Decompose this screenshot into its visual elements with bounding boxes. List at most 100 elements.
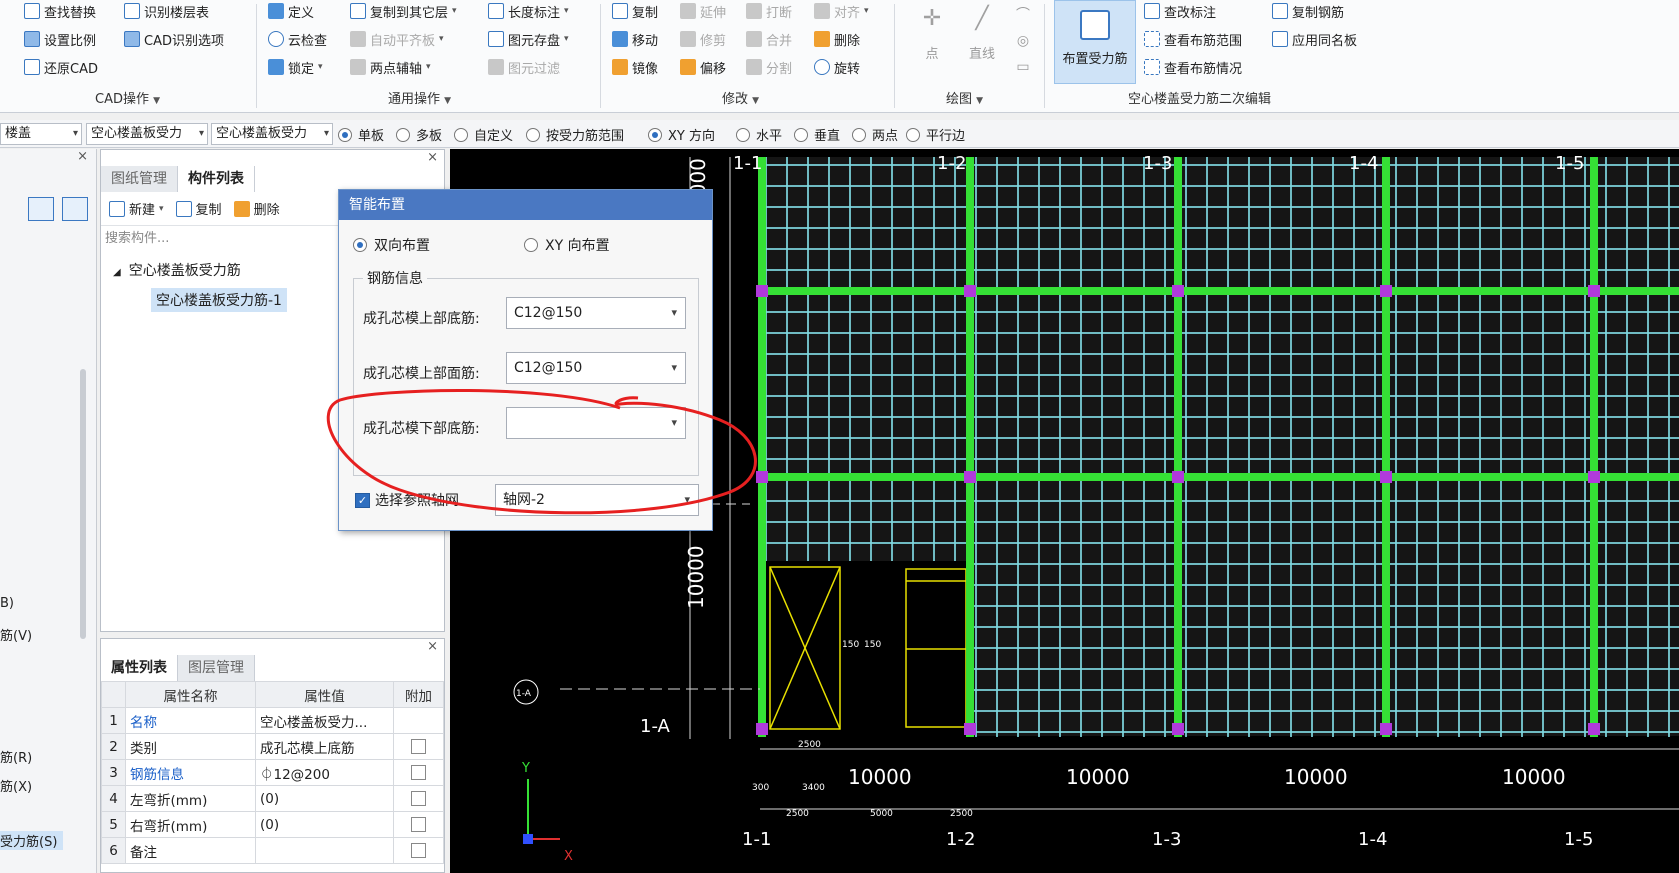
- component-name-combo[interactable]: 空心楼盖板受力: [211, 123, 333, 145]
- copy-to-other-layer-button[interactable]: 复制到其它层 ▾: [350, 0, 457, 22]
- line-button[interactable]: ╱ 直线: [960, 6, 1004, 62]
- table-row[interactable]: 6 备注: [101, 837, 444, 864]
- radio-by-rebar-range[interactable]: 按受力筋范围: [526, 125, 624, 144]
- upper-bottom-rebar-select[interactable]: C12@150: [506, 297, 686, 329]
- tab-property-list[interactable]: 属性列表: [101, 655, 178, 681]
- tree-node-selected[interactable]: 空心楼盖板受力筋-1: [151, 288, 287, 312]
- tab-component-list[interactable]: 构件列表: [178, 166, 255, 192]
- cloud-check-button[interactable]: 云检查: [268, 28, 327, 50]
- attach-checkbox[interactable]: [411, 791, 426, 806]
- tab-layer-management[interactable]: 图层管理: [178, 655, 255, 681]
- scrollbar[interactable]: [80, 369, 86, 639]
- radio-multi-slab[interactable]: 多板: [396, 125, 442, 144]
- axis-label-top: 1-2: [937, 153, 967, 174]
- attach-checkbox[interactable]: [411, 817, 426, 832]
- sub-dimension: 5000: [870, 809, 893, 819]
- attach-checkbox[interactable]: [411, 765, 426, 780]
- radio-xy-direction[interactable]: XY 方向: [648, 125, 715, 144]
- set-scale-button[interactable]: 设置比例: [24, 28, 96, 50]
- radio-horizontal[interactable]: 水平: [736, 125, 782, 144]
- apply-same-slab-button[interactable]: 应用同名板: [1272, 28, 1357, 50]
- property-value[interactable]: 成孔芯模上底筋: [255, 733, 394, 760]
- group-label-modify[interactable]: 修改 ▼: [722, 88, 759, 107]
- nav-item-selected[interactable]: 受力筋(S): [0, 831, 64, 850]
- nav-item[interactable]: B): [0, 596, 14, 611]
- merge-button[interactable]: 合并: [746, 28, 792, 50]
- property-value[interactable]: (0): [255, 811, 394, 838]
- radio-xy-placement[interactable]: XY 向布置: [524, 235, 610, 255]
- draw-arc-icon[interactable]: ⌒ ◎ ▭: [1012, 2, 1034, 80]
- lock-button[interactable]: 锁定 ▾: [268, 56, 323, 78]
- element-filter-button[interactable]: 图元过滤: [488, 56, 560, 78]
- radio-two-points[interactable]: 两点: [852, 125, 898, 144]
- offset-button[interactable]: 偏移: [680, 56, 726, 78]
- table-row[interactable]: 3 钢筋信息 ⏀12@200: [101, 759, 444, 786]
- nav-item[interactable]: 筋(V): [0, 625, 32, 644]
- length-annotation-button[interactable]: 长度标注 ▾: [488, 0, 569, 22]
- tree-node-parent[interactable]: ◢ 空心楼盖板受力筋: [113, 260, 241, 280]
- list-view-icon[interactable]: [28, 197, 54, 221]
- table-row[interactable]: 2 类别 成孔芯模上底筋: [101, 733, 444, 760]
- auto-flatten-slab-button[interactable]: 自动平齐板 ▾: [350, 28, 444, 50]
- property-value[interactable]: (0): [255, 785, 394, 812]
- attach-checkbox[interactable]: [411, 739, 426, 754]
- align-button[interactable]: 对齐 ▾: [814, 0, 869, 22]
- element-save-button[interactable]: 图元存盘 ▾: [488, 28, 569, 50]
- dialog-title[interactable]: 智能布置: [339, 190, 712, 220]
- property-value[interactable]: [255, 837, 394, 864]
- radio-single-slab[interactable]: 单板: [338, 125, 384, 144]
- table-row[interactable]: 4 左弯折(mm) (0): [101, 785, 444, 812]
- radio-custom[interactable]: 自定义: [454, 125, 513, 144]
- close-icon[interactable]: ×: [427, 150, 438, 165]
- two-point-aux-axis-button[interactable]: 两点辅轴 ▾: [350, 56, 431, 78]
- view-rebar-range-button[interactable]: 查看布筋范围: [1144, 28, 1242, 50]
- new-component-button[interactable]: 新建 ▾: [109, 198, 164, 220]
- identify-floor-table-button[interactable]: 识别楼层表: [124, 0, 209, 22]
- define-button[interactable]: 定义: [268, 0, 314, 22]
- break-button[interactable]: 打断: [746, 0, 792, 22]
- nav-item[interactable]: 筋(R): [0, 747, 32, 766]
- attach-checkbox[interactable]: [411, 843, 426, 858]
- split-button[interactable]: 分割: [746, 56, 792, 78]
- copy-rebar-button[interactable]: 复制钢筋: [1272, 0, 1344, 22]
- check-annotation-button[interactable]: 查改标注: [1144, 0, 1216, 22]
- cad-identify-options-button[interactable]: CAD识别选项: [124, 28, 224, 50]
- property-value[interactable]: ⏀12@200: [255, 759, 394, 786]
- search-input[interactable]: 搜索构件...: [103, 228, 339, 250]
- copy-button[interactable]: 复制: [612, 0, 658, 22]
- grid-view-icon[interactable]: [62, 197, 88, 221]
- group-label-general-ops[interactable]: 通用操作 ▼: [388, 88, 451, 107]
- point-button[interactable]: ✛ 点: [912, 6, 952, 62]
- delete-component-button[interactable]: 删除: [233, 198, 280, 220]
- group-label-cad-ops[interactable]: CAD操作 ▼: [95, 88, 160, 107]
- axis-label-top: 1-1: [733, 153, 763, 174]
- mirror-button[interactable]: 镜像: [612, 56, 658, 78]
- restore-cad-button[interactable]: 还原CAD: [24, 56, 98, 78]
- radio-parallel-edge[interactable]: 平行边: [906, 125, 965, 144]
- group-label-draw[interactable]: 绘图 ▼: [946, 88, 983, 107]
- tab-drawing-management[interactable]: 图纸管理: [101, 166, 178, 192]
- component-type-combo[interactable]: 空心楼盖板受力: [86, 123, 208, 145]
- place-rebar-button[interactable]: 布置受力筋: [1054, 0, 1136, 84]
- close-icon[interactable]: ×: [77, 149, 88, 164]
- property-value[interactable]: 空心楼盖板受力...: [255, 707, 394, 734]
- table-row[interactable]: 5 右弯折(mm) (0): [101, 811, 444, 838]
- trim-button[interactable]: 修剪: [680, 28, 726, 50]
- draw-options-toolbar: 楼盖 空心楼盖板受力 空心楼盖板受力 单板 多板 自定义 按受力筋范围 XY 方…: [0, 120, 1679, 148]
- find-replace-button[interactable]: 查找替换: [24, 0, 96, 22]
- move-button[interactable]: 移动: [612, 28, 658, 50]
- rotate-button[interactable]: 旋转: [814, 56, 860, 78]
- copy-component-button[interactable]: 复制: [175, 198, 222, 220]
- close-icon[interactable]: ×: [427, 639, 438, 654]
- radio-bidirectional[interactable]: 双向布置: [353, 235, 430, 255]
- floor-type-combo[interactable]: 楼盖: [0, 123, 82, 145]
- mirror-icon: [612, 59, 628, 75]
- view-rebar-status-button[interactable]: 查看布筋情况: [1144, 56, 1242, 78]
- delete-button[interactable]: 删除: [814, 28, 860, 50]
- nav-item[interactable]: 筋(X): [0, 776, 32, 795]
- table-row[interactable]: 1 名称 空心楼盖板受力...: [101, 707, 444, 734]
- collapse-triangle-icon[interactable]: ◢: [113, 267, 121, 278]
- radio-vertical[interactable]: 垂直: [794, 125, 840, 144]
- axis-row-label: 1-A: [640, 716, 670, 737]
- extend-button[interactable]: 延伸: [680, 0, 726, 22]
